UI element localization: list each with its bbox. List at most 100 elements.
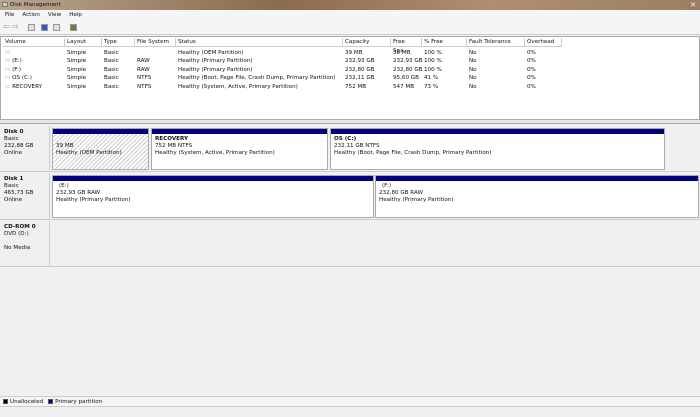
cell-text: 232,80 GB (345, 66, 375, 73)
column-header[interactable]: Fault Tolerance (467, 38, 525, 47)
table-cell: 752 MB (345, 83, 366, 91)
menu-help[interactable]: Help (69, 12, 82, 18)
disk-1-label[interactable]: Disk 1 Basic 465,73 GB Online (0, 173, 50, 220)
cell-text: Healthy (OEM Partition) (178, 50, 244, 56)
cell-text: No (469, 58, 477, 65)
cell-text: Simple (67, 83, 87, 90)
column-header[interactable]: Volume (3, 38, 65, 47)
table-cell: 232,80 GB (393, 66, 423, 74)
legend: Unallocated Primary partition (0, 396, 700, 406)
partition-status: Healthy (System, Active, Primary Partiti… (155, 150, 275, 156)
properties-icon[interactable] (28, 24, 35, 31)
cell-text: 232,11 GB (345, 75, 375, 82)
status-bar (0, 406, 700, 417)
table-cell: ▭ (5, 49, 10, 57)
settings-icon[interactable] (70, 24, 77, 31)
cell-text: Healthy (Boot, Page File, Crash Dump, Pr… (178, 75, 336, 82)
console-icon[interactable] (53, 24, 60, 31)
table-cell: RAW (137, 57, 150, 65)
table-cell: Basic (104, 57, 119, 65)
table-cell: NTFS (137, 74, 151, 82)
table-cell: Simple (67, 49, 86, 57)
primary-swatch (48, 399, 54, 404)
cell-text: NTFS (137, 75, 152, 82)
table-cell: ▭ RECOVERY (5, 83, 42, 91)
table-cell: 0% (527, 57, 536, 65)
cell-text: NTFS (137, 83, 152, 90)
volume-list[interactable]: Volume Layout Type File System Status Capacit… (0, 36, 700, 120)
disk-type: Basic (4, 183, 19, 189)
partition-size: 232,80 GB RAW (379, 190, 424, 196)
table-cell: ▭ (F:) (5, 66, 21, 74)
cell-text: (E:) (12, 58, 22, 65)
column-header[interactable]: Free Spa... (391, 38, 422, 54)
partition-status: Healthy (Boot, Page File, Crash Dump, Pr… (334, 150, 492, 156)
cell-text: Simple (67, 50, 87, 56)
table-cell: ▭ (E:) (5, 57, 22, 65)
menu-view[interactable]: View (48, 12, 61, 18)
table-cell: Simple (67, 74, 86, 82)
table-cell: 100 % (424, 66, 442, 74)
table-cell: Simple (67, 57, 86, 65)
partition-name (56, 136, 145, 143)
cell-text: 547 MB (393, 83, 415, 90)
column-header[interactable]: Capacity (343, 38, 391, 47)
table-cell: Basic (104, 49, 119, 57)
disk-graph: Disk 0 Basic 232,88 GB Online 39 MB Healt… (0, 124, 700, 395)
partition-status: Healthy (Primary Partition) (379, 197, 454, 203)
disk-state: Online (4, 150, 23, 156)
cell-text: No (469, 50, 477, 56)
help-icon[interactable] (41, 24, 48, 31)
column-header[interactable]: File System (135, 38, 176, 47)
table-cell: Healthy (OEM Partition) (178, 49, 244, 57)
cell-text: Basic (104, 66, 119, 73)
disk-state: No Media (4, 245, 31, 251)
cell-text: Basic (104, 58, 119, 65)
column-header[interactable]: Status (176, 38, 343, 47)
table-cell: 41 % (424, 74, 438, 82)
cell-text: 0% (527, 58, 536, 65)
cdrom-0-label[interactable]: CD-ROM 0 DVD (D:) No Media (0, 221, 50, 267)
table-cell: 232,93 GB (345, 57, 375, 65)
table-cell: 39 MB (345, 49, 363, 57)
menu-file[interactable]: File (5, 12, 14, 18)
disk-name: CD-ROM 0 (4, 224, 36, 230)
app-icon (2, 2, 8, 7)
cell-text: RECOVERY (12, 83, 43, 90)
column-header[interactable]: Layout (65, 38, 102, 47)
partition-oem[interactable]: 39 MB Healthy (OEM Partition) (52, 128, 149, 170)
partition-f[interactable]: (F:) 232,80 GB RAW Healthy (Primary Partit… (375, 175, 699, 218)
partition-e[interactable]: (E:) 232,93 GB RAW Healthy (Primary Partit… (52, 175, 374, 218)
menu-action[interactable]: Action (22, 12, 40, 18)
cell-text: Basic (104, 75, 119, 82)
table-cell: Healthy (Primary Partition) (178, 66, 253, 74)
cell-text: Healthy (Primary Partition) (178, 66, 253, 73)
disk-1-row: (E:) 232,93 GB RAW Healthy (Primary Partit… (50, 173, 700, 220)
column-header[interactable]: % Free (422, 38, 467, 47)
table-cell: No (469, 49, 477, 57)
disk-0-label[interactable]: Disk 0 Basic 232,88 GB Online (0, 126, 50, 172)
partition-os[interactable]: OS (C:) 232,11 GB NTFS Healthy (Boot, Page… (330, 128, 665, 170)
cell-text: (F:) (12, 66, 22, 73)
window-title: Disk Management (10, 2, 61, 8)
column-header[interactable]: Type (102, 38, 135, 47)
disk-type: DVD (D:) (4, 231, 29, 237)
partition-recovery[interactable]: RECOVERY 752 MB NTFS Healthy (System, Acti… (151, 128, 328, 170)
back-icon[interactable]: ⇦ (3, 22, 10, 31)
table-cell: 0% (527, 49, 536, 57)
cell-text: 0% (527, 75, 536, 82)
unallocated-swatch (3, 399, 8, 404)
forward-icon[interactable]: ⇨ (12, 22, 19, 31)
disk-size: 465,73 GB (4, 190, 34, 196)
cell-text: 232,93 GB (393, 58, 423, 65)
column-header[interactable]: Overhead (525, 38, 562, 47)
legend-primary: Primary partition (55, 399, 103, 405)
table-cell: Healthy (Primary Partition) (178, 57, 253, 65)
partition-name: (F:) (382, 183, 392, 189)
title-bar: Disk Management (0, 0, 700, 10)
partition-status: Healthy (Primary Partition) (56, 197, 131, 203)
table-cell: NTFS (137, 83, 151, 91)
cdrom-0-row (50, 221, 700, 267)
legend-unallocated: Unallocated (10, 399, 44, 405)
close-icon[interactable]: ✕ (690, 1, 696, 9)
